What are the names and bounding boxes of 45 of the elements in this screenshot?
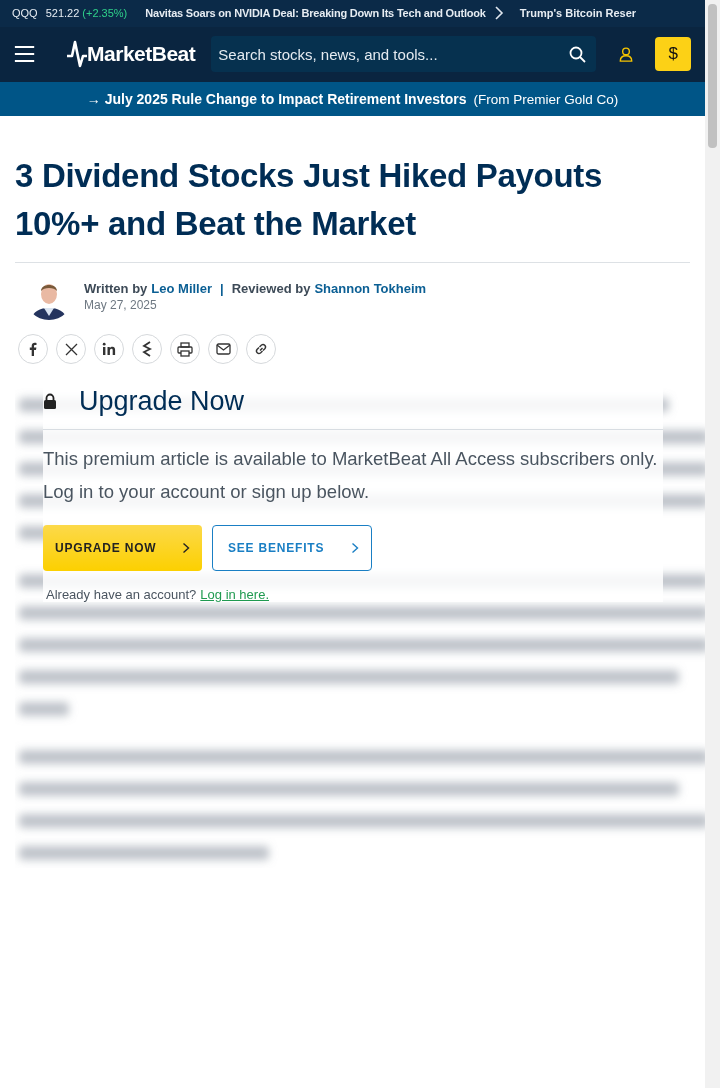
- linkedin-share-button[interactable]: [94, 334, 124, 364]
- publish-date: May 27, 2025: [84, 297, 158, 312]
- chevron-right-icon: [182, 542, 190, 554]
- ticker-change: (+2.35%): [82, 7, 128, 20]
- author-link[interactable]: Leo Miller: [151, 280, 212, 296]
- reviewer-link[interactable]: Shannon Tokheim: [314, 280, 427, 296]
- chevron-right-icon[interactable]: [493, 6, 504, 21]
- envelope-icon: [215, 343, 231, 355]
- lock-icon: [43, 393, 57, 410]
- copy-link-button[interactable]: [246, 334, 276, 364]
- promo-banner[interactable]: → July 2025 Rule Change to Impact Retirement Investors (From Premier Gold Co): [0, 82, 705, 116]
- article-title: 3 Dividend Stocks Just Hiked Payouts 10%+ and Beat the Market: [15, 152, 690, 263]
- banner-headline[interactable]: → July 2025 Rule Change to Impact Retirement Investors: [86, 91, 467, 108]
- print-button[interactable]: [170, 334, 200, 364]
- login-link[interactable]: Log in here.: [200, 587, 269, 602]
- user-icon[interactable]: [619, 45, 634, 63]
- written-by-label: Written by: [84, 280, 148, 296]
- ticker-headline[interactable]: Navitas Soars on NVIDIA Deal: Breaking Down Its Tech and Outlook: [145, 7, 486, 20]
- menu-icon[interactable]: [14, 44, 36, 65]
- x-icon: [64, 342, 78, 356]
- scrollbar[interactable]: [705, 0, 720, 1088]
- email-share-button[interactable]: [208, 334, 238, 364]
- buy-button[interactable]: $: [655, 37, 691, 72]
- banner-source: (From Premier Gold Co): [473, 91, 619, 107]
- x-share-button[interactable]: [56, 334, 86, 364]
- stocktwits-icon: [141, 341, 153, 357]
- link-icon: [253, 341, 269, 357]
- linkedin-icon: [102, 342, 116, 356]
- chevron-right-icon: [351, 542, 359, 554]
- ticker-symbol[interactable]: QQQ: [12, 7, 38, 20]
- search-icon[interactable]: [569, 46, 587, 64]
- byline-separator: |: [220, 280, 224, 296]
- upgrade-now-button[interactable]: UPGRADE NOW: [43, 525, 202, 571]
- ticker-price: 521.22: [45, 7, 80, 20]
- search-field[interactable]: Search stocks, news, and tools...: [211, 36, 597, 73]
- paywall-title: Upgrade Now: [79, 386, 245, 417]
- stocktwits-share-button[interactable]: [132, 334, 162, 364]
- see-benefits-button[interactable]: SEE BENEFITS: [212, 525, 372, 571]
- printer-icon: [177, 341, 193, 357]
- reviewed-by-label: Reviewed by: [231, 280, 311, 296]
- facebook-share-button[interactable]: [18, 334, 48, 364]
- paywall-message: This premium article is available to MarketBeat All Access subscribers only. Log in to your account or sign up below.: [43, 447, 659, 504]
- logo[interactable]: MarketBeat: [67, 39, 196, 70]
- ticker-headline[interactable]: Trump's Bitcoin Reser: [519, 7, 637, 20]
- login-prompt: Already have an account?: [46, 587, 197, 602]
